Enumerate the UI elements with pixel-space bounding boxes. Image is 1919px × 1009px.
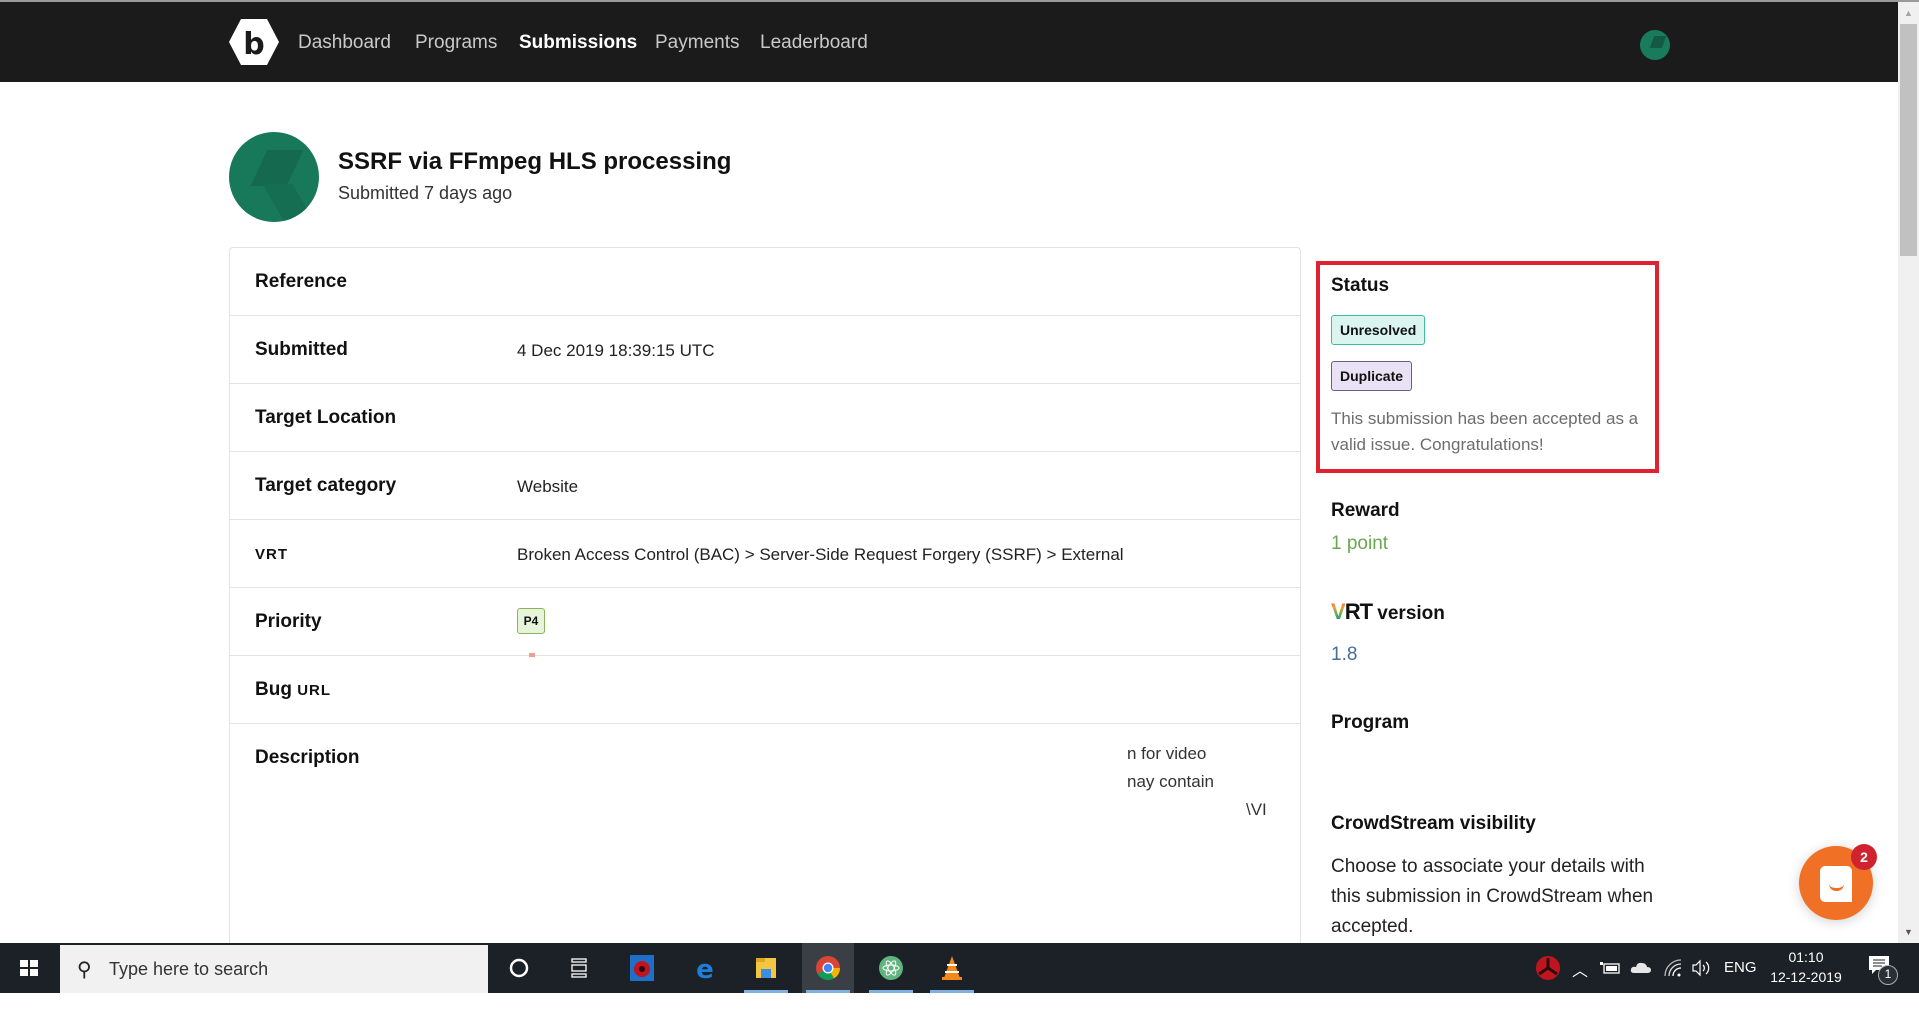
detail-row-bug-url: Bug URL [230,656,1300,724]
bug-url-prefix: Bug [255,679,298,700]
program-heading: Program [1331,712,1410,733]
detail-label: Priority [255,611,322,632]
detail-label: Submitted [255,339,348,360]
vrt-version-label: version [1372,603,1445,624]
detail-row-target-category: Target category Website [230,452,1300,520]
action-center-button[interactable]: 1 [1868,955,1902,989]
description-fragment: \VI [1246,800,1267,819]
detail-row-reference: Reference [230,248,1300,316]
detail-row-vrt: VRT Broken Access Control (BAC) > Server… [230,520,1300,588]
detail-label: Description [255,747,360,768]
start-button[interactable] [0,943,60,993]
scroll-down-arrow-icon[interactable]: ▼ [1898,925,1919,939]
detail-value: 4 Dec 2019 18:39:15 UTC [517,341,715,360]
nav-submissions[interactable]: Submissions [519,32,637,54]
taskbar-clock[interactable]: 01:10 12-12-2019 [1766,947,1846,987]
input-language-indicator[interactable]: ENG [1724,959,1757,1009]
atom-app-button[interactable] [865,943,917,993]
detail-label: VRT [255,543,288,565]
crowdstream-heading: CrowdStream visibility [1331,813,1536,834]
detail-value: Broken Access Control (BAC) > Server-Sid… [517,545,1124,564]
edge-icon: e [696,955,714,981]
detail-label: Bug URL [255,679,331,701]
submission-subtitle: Submitted 7 days ago [338,183,513,203]
top-navbar: b Dashboard Programs Submissions Payment… [0,2,1898,82]
status-badge-duplicate: Duplicate [1331,361,1413,391]
vrt-abbr: VRT [255,546,288,563]
nav-programs[interactable]: Programs [415,32,497,54]
user-avatar[interactable] [1640,30,1670,60]
task-view-icon [571,958,587,978]
chat-bubble-icon [1820,866,1852,902]
antivirus-app-button[interactable] [616,943,668,993]
priority-badge: P4 [517,608,545,634]
windows-taskbar: ⚲ Type here to search e ︿ ENG 01:10 12-1… [0,943,1919,993]
volume-icon[interactable] [1690,958,1712,978]
detail-row-submitted: Submitted 4 Dec 2019 18:39:15 UTC [230,316,1300,384]
clock-time: 01:10 [1788,949,1824,965]
url-abbr: URL [297,682,332,699]
cortana-icon [509,958,529,978]
detail-label: Target Location [255,407,397,428]
program-avatar [229,132,319,222]
submission-title: SSRF via FFmpeg HLS processing [338,148,732,175]
detail-value: Website [517,477,579,496]
status-note: This submission has been accepted as a v… [1331,409,1639,454]
vrt-logo-icon: VRT [1331,599,1373,624]
scrollbar-thumb[interactable] [1900,24,1917,256]
reward-value: 1 point [1331,533,1389,554]
detail-row-priority: Priority P4 [230,588,1300,657]
status-heading: Status [1331,275,1390,296]
description-fragment: n for video [1127,744,1207,763]
vlc-app-button[interactable] [926,943,978,993]
svg-text:e: e [696,955,714,981]
task-view-button[interactable] [553,943,605,993]
file-explorer-app-button[interactable] [740,943,792,993]
search-placeholder: Type here to search [109,959,269,979]
detail-label: Reference [255,271,347,292]
bugcrowd-logo-icon[interactable]: b [229,19,279,65]
chrome-icon [816,956,840,981]
notification-count-badge: 1 [1878,965,1898,985]
onedrive-cloud-icon[interactable] [1630,959,1652,977]
vlc-icon [942,956,962,980]
svg-text:b: b [243,27,264,62]
antivirus-tray-icon[interactable] [1535,955,1561,981]
show-hidden-icons-chevron-icon[interactable]: ︿ [1572,957,1588,1007]
page-scrollbar[interactable]: ▲ ▼ [1898,2,1919,943]
windows-logo-icon [20,960,38,977]
status-badge-unresolved: Unresolved [1331,315,1426,345]
vrt-version-heading: VRT version [1331,599,1445,625]
submission-details-table: Reference Submitted 4 Dec 2019 18:39:15 … [229,247,1301,967]
cortana-button[interactable] [493,943,545,993]
reward-heading: Reward [1331,500,1400,521]
antivirus-icon [630,955,654,981]
chat-unread-badge: 2 [1851,844,1877,870]
taskbar-search-box[interactable]: ⚲ Type here to search [60,945,488,993]
wifi-icon[interactable] [1662,958,1684,978]
edge-app-button[interactable]: e [679,943,731,993]
chrome-app-button[interactable] [802,943,854,993]
file-explorer-icon [756,958,776,978]
search-icon: ⚲ [77,959,92,981]
battery-icon[interactable] [1600,959,1622,977]
atom-icon [879,956,903,980]
nav-dashboard[interactable]: Dashboard [298,32,391,54]
clock-date: 12-12-2019 [1770,969,1842,985]
detail-row-target-location: Target Location [230,384,1300,452]
vrt-version-value[interactable]: 1.8 [1331,644,1357,666]
detail-label: Target category [255,475,397,496]
nav-payments[interactable]: Payments [655,32,739,54]
crowdstream-text: Choose to associate your details with th… [1331,856,1654,937]
scroll-up-arrow-icon[interactable]: ▲ [1898,6,1919,20]
nav-leaderboard[interactable]: Leaderboard [760,32,868,54]
description-fragment: nay contain [1127,772,1214,791]
